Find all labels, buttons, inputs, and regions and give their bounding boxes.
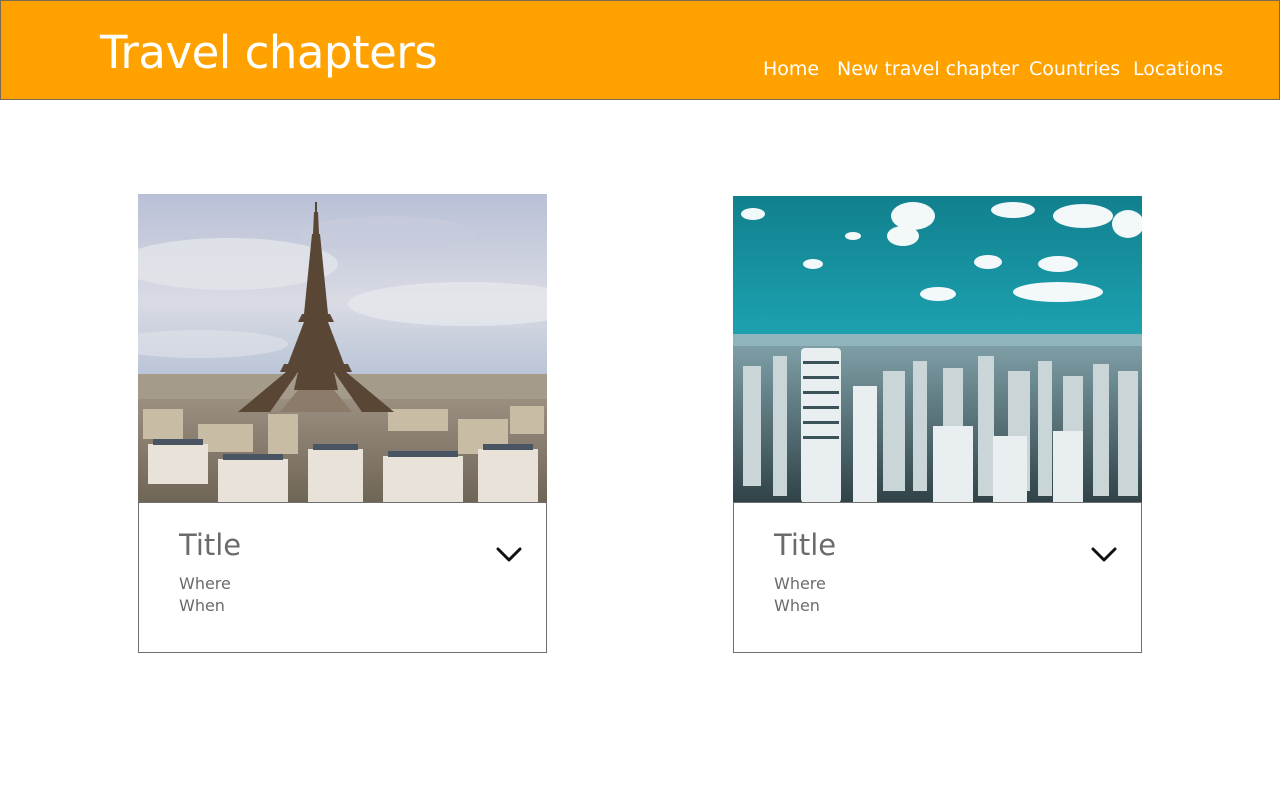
travel-chapter-card[interactable]: Title Where When xyxy=(733,196,1142,653)
card-details: Title Where When xyxy=(733,502,1142,653)
card-when: When xyxy=(179,596,225,615)
chevron-down-icon[interactable] xyxy=(1089,543,1119,567)
nav-new-travel-chapter[interactable]: New travel chapter xyxy=(837,57,1019,81)
card-where: Where xyxy=(179,574,231,593)
nav-countries[interactable]: Countries xyxy=(1029,57,1120,81)
eiffel-tower-photo[interactable] xyxy=(138,194,547,503)
app-header: Travel chapters Home New travel chapter … xyxy=(0,0,1280,100)
card-when: When xyxy=(774,596,820,615)
card-where: Where xyxy=(774,574,826,593)
nav-home[interactable]: Home xyxy=(763,57,819,81)
card-title: Title xyxy=(774,528,837,562)
travel-chapter-card[interactable]: Title Where When xyxy=(138,194,547,653)
card-details: Title Where When xyxy=(138,502,547,653)
city-skyline-photo[interactable] xyxy=(733,196,1142,503)
card-title: Title xyxy=(179,528,242,562)
main-nav: Home New travel chapter Countries Locati… xyxy=(1,57,1280,83)
nav-locations[interactable]: Locations xyxy=(1133,57,1223,81)
chevron-down-icon[interactable] xyxy=(494,543,524,567)
